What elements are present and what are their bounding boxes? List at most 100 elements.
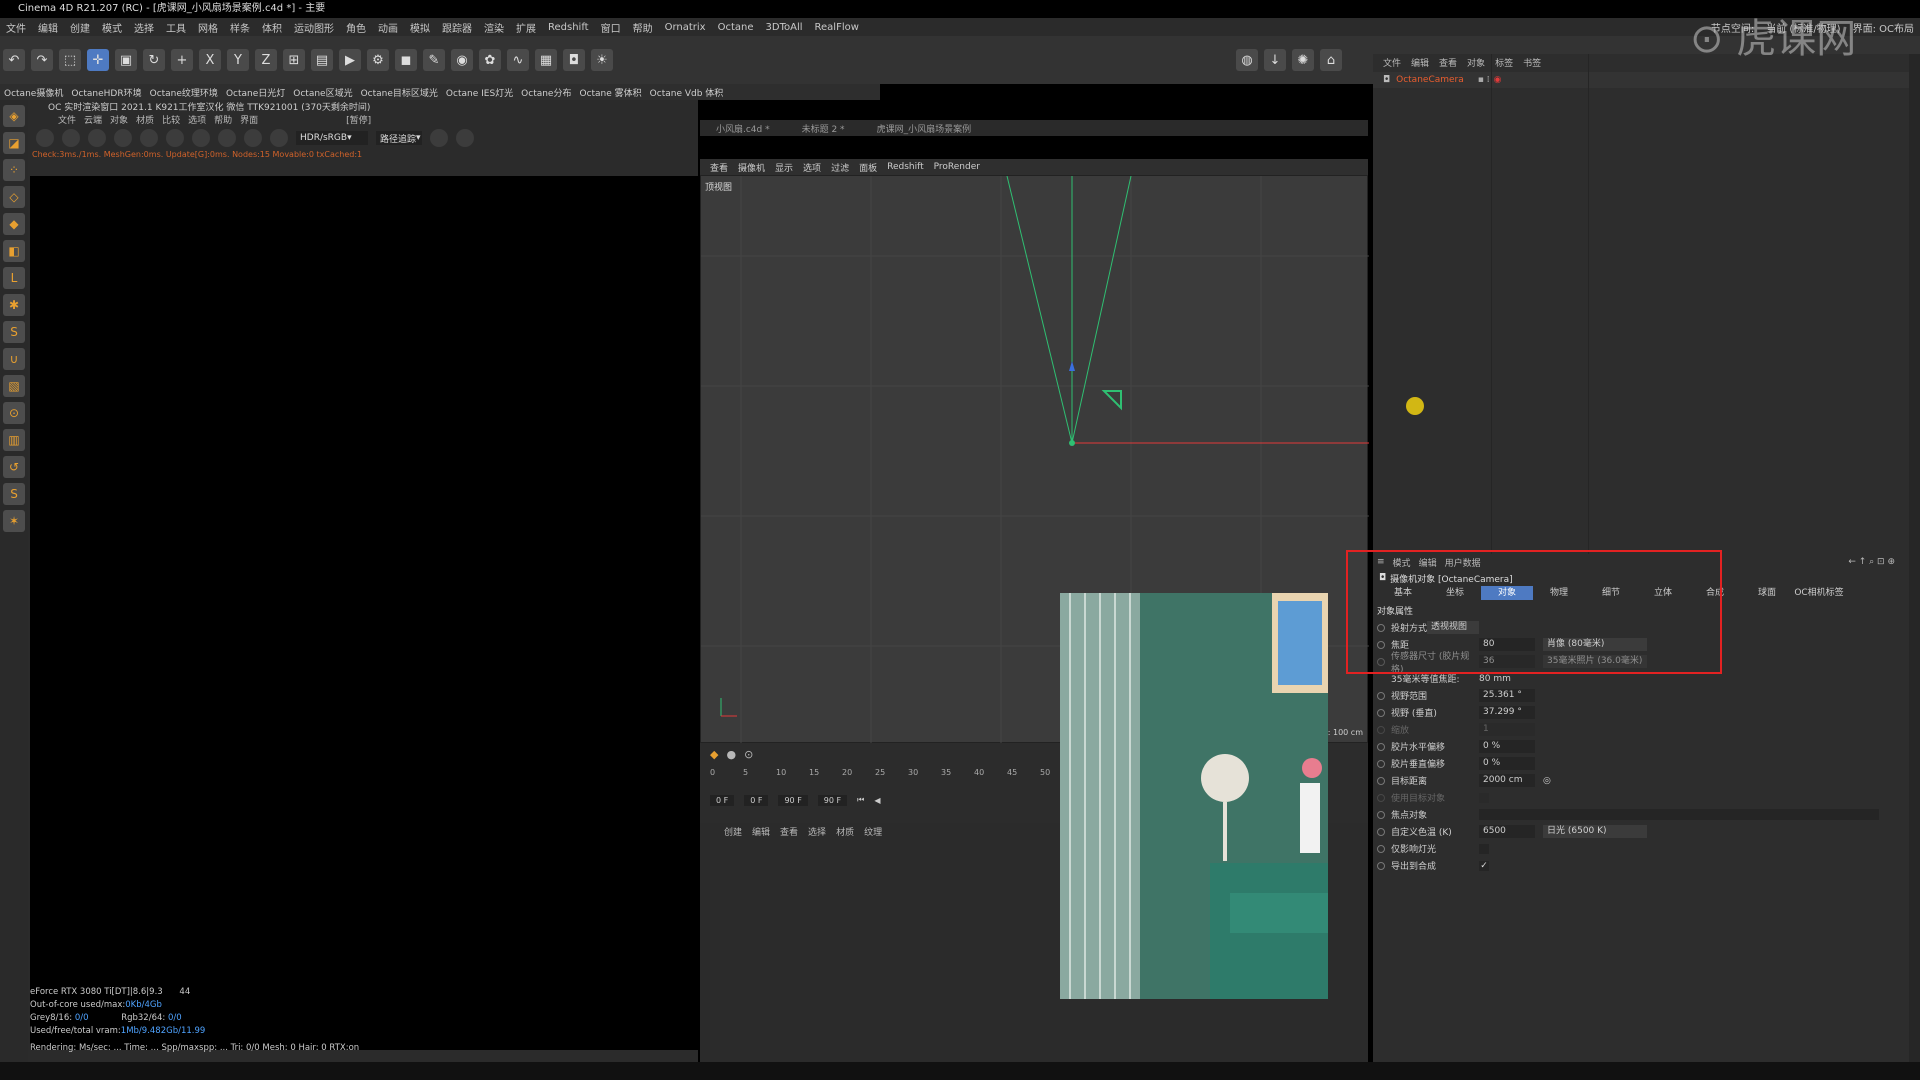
attr-tab-7[interactable]: 球面 bbox=[1741, 586, 1793, 600]
oc-material-icon[interactable] bbox=[166, 129, 184, 147]
octane-shortcut-0[interactable]: Octane摄像机 bbox=[4, 86, 63, 99]
oc-film-icon[interactable] bbox=[218, 129, 236, 147]
light-icon[interactable]: ☀ bbox=[591, 49, 613, 71]
viewport-menu-item-7[interactable]: ProRender bbox=[934, 162, 980, 172]
oc-menu-item-0[interactable]: 文件 bbox=[58, 113, 76, 126]
usetarget-checkbox[interactable] bbox=[1479, 792, 1489, 803]
attr-tab-8[interactable]: OC相机标签 bbox=[1793, 586, 1845, 600]
menu-item-22[interactable]: RealFlow bbox=[815, 22, 859, 33]
viewport-menu-item-6[interactable]: Redshift bbox=[887, 162, 924, 172]
menu-item-11[interactable]: 动画 bbox=[378, 20, 398, 35]
scale-icon[interactable]: ▣ bbox=[115, 49, 137, 71]
menu-item-13[interactable]: 跟踪器 bbox=[442, 20, 472, 35]
camera-icon[interactable]: ◘ bbox=[563, 49, 585, 71]
x-axis-icon[interactable]: X bbox=[199, 49, 221, 71]
oc-download-icon[interactable]: ↓ bbox=[1264, 49, 1286, 71]
model-mode-icon[interactable]: ◈ bbox=[3, 105, 25, 127]
prev-frame-icon[interactable]: ◀ bbox=[874, 796, 880, 805]
oc-settings-icon[interactable]: ✺ bbox=[1292, 49, 1314, 71]
oc-dot2-icon[interactable] bbox=[456, 129, 474, 147]
material-menu-item-3[interactable]: 选择 bbox=[808, 825, 826, 838]
goto-start-icon[interactable]: ⏮ bbox=[857, 795, 864, 805]
oc-menu-item-6[interactable]: 帮助 bbox=[214, 113, 232, 126]
menu-item-6[interactable]: 网格 bbox=[198, 20, 218, 35]
edges-mode-icon[interactable]: ◇ bbox=[3, 186, 25, 208]
object-mode-icon[interactable]: ◧ bbox=[3, 240, 25, 262]
oc-tool1-icon[interactable]: ◍ bbox=[1236, 49, 1258, 71]
menu-item-21[interactable]: 3DToAll bbox=[766, 22, 803, 33]
focus-object-link[interactable] bbox=[1479, 809, 1879, 820]
oc-menu-item-4[interactable]: 比较 bbox=[162, 113, 180, 126]
render-settings-icon[interactable]: ⚙ bbox=[367, 49, 389, 71]
oc-menu-item-7[interactable]: 界面 bbox=[240, 113, 258, 126]
offx-input[interactable]: 0 % bbox=[1479, 740, 1535, 753]
oc-send-icon[interactable] bbox=[36, 129, 54, 147]
menu-item-5[interactable]: 工具 bbox=[166, 20, 186, 35]
script-icon[interactable]: ↺ bbox=[3, 456, 25, 478]
lock-icon[interactable]: ⊙ bbox=[3, 402, 25, 424]
object-menu-item-3[interactable]: 对象 bbox=[1467, 56, 1485, 69]
octane-shortcut-4[interactable]: Octane区域光 bbox=[293, 86, 352, 99]
magnet-icon[interactable]: ∪ bbox=[3, 348, 25, 370]
menu-item-0[interactable]: 文件 bbox=[6, 20, 26, 35]
oc-menu-item-1[interactable]: 云端 bbox=[84, 113, 102, 126]
frame-end[interactable]: 90 F bbox=[778, 794, 808, 806]
oc-menu-item-5[interactable]: 选项 bbox=[188, 113, 206, 126]
pick-target-icon[interactable]: ◎ bbox=[1543, 776, 1551, 786]
render-region-icon[interactable]: ▤ bbox=[311, 49, 333, 71]
menu-item-15[interactable]: 扩展 bbox=[516, 20, 536, 35]
add-icon[interactable]: + bbox=[171, 49, 193, 71]
oc-restart-icon[interactable] bbox=[62, 129, 80, 147]
viewport-menu-item-1[interactable]: 摄像机 bbox=[738, 161, 765, 174]
undo-icon[interactable]: ↶ bbox=[3, 49, 25, 71]
texture-mode-icon[interactable]: ◪ bbox=[3, 132, 25, 154]
material-menu-item-0[interactable]: 创建 bbox=[724, 825, 742, 838]
material-menu-item-4[interactable]: 材质 bbox=[836, 825, 854, 838]
plugin-icon[interactable]: ▥ bbox=[3, 429, 25, 451]
menu-item-10[interactable]: 角色 bbox=[346, 20, 366, 35]
pen-icon[interactable]: ✎ bbox=[423, 49, 445, 71]
points-mode-icon[interactable]: ⁘ bbox=[3, 159, 25, 181]
menu-item-7[interactable]: 样条 bbox=[230, 20, 250, 35]
viewport-menu-item-2[interactable]: 显示 bbox=[775, 161, 793, 174]
viewport-menu-item-5[interactable]: 面板 bbox=[859, 161, 877, 174]
axis-icon[interactable]: L bbox=[3, 267, 25, 289]
octane-shortcut-7[interactable]: Octane分布 bbox=[521, 86, 571, 99]
snap-icon[interactable]: ✱ bbox=[3, 294, 25, 316]
move-icon[interactable]: ✛ bbox=[87, 49, 109, 71]
affect-checkbox[interactable] bbox=[1479, 843, 1489, 854]
oc-settings-icon[interactable] bbox=[140, 129, 158, 147]
menu-item-9[interactable]: 运动图形 bbox=[294, 20, 334, 35]
octane-shortcut-2[interactable]: Octane纹理环境 bbox=[150, 86, 218, 99]
spline-icon[interactable]: ∿ bbox=[507, 49, 529, 71]
frame-end-max[interactable]: 90 F bbox=[817, 794, 848, 806]
offy-input[interactable]: 0 % bbox=[1479, 757, 1535, 770]
frame-start[interactable]: 0 F bbox=[710, 794, 735, 806]
wb-preset-select[interactable]: 日光 (6500 K) bbox=[1543, 825, 1647, 838]
menu-item-3[interactable]: 模式 bbox=[102, 20, 122, 35]
menu-item-16[interactable]: Redshift bbox=[548, 22, 589, 33]
menu-item-14[interactable]: 渲染 bbox=[484, 20, 504, 35]
autokey-icon[interactable]: ⊙ bbox=[744, 748, 753, 761]
object-menu-item-0[interactable]: 文件 bbox=[1383, 56, 1401, 69]
octane-shortcut-9[interactable]: Octane Vdb 体积 bbox=[650, 86, 724, 99]
visibility-icon[interactable]: ▪ ⁞ bbox=[1478, 75, 1490, 85]
viewport-menu-item-3[interactable]: 选项 bbox=[803, 161, 821, 174]
wb-input[interactable]: 6500 bbox=[1479, 825, 1535, 838]
oc-menu-item-2[interactable]: 对象 bbox=[110, 113, 128, 126]
s-icon[interactable]: S bbox=[3, 483, 25, 505]
nav-arrows-icon[interactable]: ← ↑ ⌕ ⊡ ⊕ bbox=[1848, 557, 1895, 567]
oc-menu-item-3[interactable]: 材质 bbox=[136, 113, 154, 126]
object-menu-item-5[interactable]: 书签 bbox=[1523, 56, 1541, 69]
menu-item-8[interactable]: 体积 bbox=[262, 20, 282, 35]
menu-item-2[interactable]: 创建 bbox=[70, 20, 90, 35]
select-icon[interactable]: ⬚ bbox=[59, 49, 81, 71]
z-axis-icon[interactable]: Z bbox=[255, 49, 277, 71]
fov-h-input[interactable]: 25.361 ° bbox=[1479, 689, 1535, 702]
menu-item-4[interactable]: 选择 bbox=[134, 20, 154, 35]
render-view-icon[interactable]: ▶ bbox=[339, 49, 361, 71]
octane-shortcut-3[interactable]: Octane日光灯 bbox=[226, 86, 285, 99]
octane-shortcut-1[interactable]: OctaneHDR环境 bbox=[71, 86, 141, 99]
oc-home-icon[interactable]: ⌂ bbox=[1320, 49, 1342, 71]
deformer-icon[interactable]: ✿ bbox=[479, 49, 501, 71]
